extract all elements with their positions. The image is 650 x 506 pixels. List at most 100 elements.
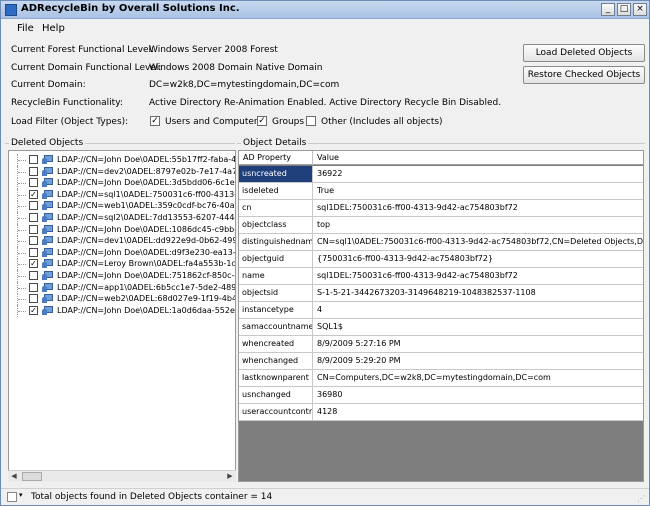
load-deleted-objects-button[interactable]: Load Deleted Objects [523, 44, 645, 62]
tree-item[interactable]: ✓ LDAP://CN=John Doe\0ADEL:1a0d6daa-552e-… [9, 304, 236, 317]
computer-user-icon [42, 189, 53, 200]
scroll-left-icon[interactable]: ◀ [8, 471, 20, 482]
value-cell: 8/9/2009 5:29:20 PM [317, 356, 401, 365]
tree-item-checkbox[interactable] [29, 282, 38, 292]
tree-branch-line [17, 246, 27, 259]
tree-item[interactable]: LDAP://CN=app1\0ADEL:6b5cc1e7-5de2-4896-… [9, 281, 236, 294]
grid-row[interactable]: cn sql1DEL:750031c6-ff00-4313-9d42-ac7548… [239, 200, 643, 217]
tree-item[interactable]: LDAP://CN=dev2\0ADEL:8797e02b-7e17-4a7c-… [9, 165, 235, 178]
tree-item[interactable]: LDAP://CN=John Doe\0ADEL:751862cf-850c-4… [9, 270, 235, 282]
tree-item[interactable]: ✓ LDAP://CN=Leroy Brown\0ADEL:fa4a553b-1c… [9, 258, 236, 271]
grid-row[interactable]: instancetype 4 [239, 302, 643, 319]
grid-row[interactable]: objectclass top [239, 217, 643, 234]
minimize-button[interactable]: _ [601, 3, 615, 16]
grid-row[interactable]: whencreated 8/9/2009 5:27:16 PM [239, 336, 643, 353]
property-cell: usnchanged [239, 387, 313, 403]
users-computers-checkbox[interactable]: ✓ [150, 116, 160, 126]
tree-item-label: LDAP://CN=Leroy Brown\0ADEL:fa4a553b-1c3… [57, 259, 236, 269]
title-bar[interactable]: ADRecycleBin by Overall Solutions Inc. _… [1, 1, 649, 19]
tree-item-checkbox[interactable] [29, 271, 38, 280]
deleted-objects-tree[interactable]: LDAP://CN=John Doe\0ADEL:55b17ff2-faba-4… [8, 150, 236, 482]
tree-item-label: LDAP://CN=John Doe\0ADEL:3d5bdd06-6c1e-4… [57, 178, 236, 188]
menu-file[interactable]: File [17, 23, 34, 34]
grid-row[interactable]: lastknownparent CN=Computers,DC=w2k8,DC=m… [239, 370, 643, 387]
window-title: ADRecycleBin by Overall Solutions Inc. [21, 3, 240, 14]
tree-item[interactable]: LDAP://CN=web1\0ADEL:359c0cdf-bc76-40ad-… [9, 200, 235, 213]
close-button[interactable]: × [633, 3, 647, 16]
scroll-right-icon[interactable]: ▶ [224, 471, 236, 482]
app-icon [5, 4, 17, 16]
tree-item-checkbox[interactable] [29, 166, 38, 176]
property-cell: objectguid [239, 251, 313, 267]
value-cell: 36922 [317, 169, 343, 178]
status-dropdown-icon[interactable] [7, 492, 17, 502]
tree-item-checkbox[interactable] [29, 178, 38, 188]
domain-level-value: Windows 2008 Domain Native Domain [149, 63, 323, 73]
grid-row[interactable]: isdeleted True [239, 183, 643, 200]
grid-row[interactable]: objectguid {750031c6-ff00-4313-9d42-ac754… [239, 251, 643, 268]
tree-item-checkbox[interactable] [29, 155, 38, 164]
tree-item-checkbox[interactable] [29, 201, 38, 211]
tree-item-checkbox[interactable] [29, 213, 38, 222]
computer-user-icon [42, 213, 53, 223]
tree-branch-line [17, 281, 27, 294]
value-cell: 4 [317, 305, 323, 314]
tree-item[interactable]: LDAP://CN=dev1\0ADEL:dd922e9d-0b62-4992-… [9, 235, 235, 248]
value-cell: 36980 [317, 390, 343, 399]
tree-item-label: LDAP://CN=John Doe\0ADEL:751862cf-850c-4… [57, 271, 236, 280]
resize-grip-icon[interactable]: ⋰ [637, 494, 645, 503]
status-bar: ▾ Total objects found in Deleted Objects… [1, 488, 649, 505]
grid-row[interactable]: name sql1DEL:750031c6-ff00-4313-9d42-ac75… [239, 268, 643, 285]
tree-item[interactable]: LDAP://CN=John Doe\0ADEL:3d5bdd06-6c1e-4… [9, 177, 236, 190]
grid-row[interactable]: useraccountcontrol 4128 [239, 404, 643, 421]
grid-row[interactable]: objectsid S-1-5-21-3442673203-3149648219-… [239, 285, 643, 302]
column-header-value[interactable]: Value [313, 151, 643, 165]
object-details-grid: AD Property Value usncreated 36922 isdelet… [238, 150, 644, 482]
tree-item-checkbox[interactable] [29, 236, 38, 246]
tree-item-label: LDAP://CN=John Doe\0ADEL:55b17ff2-faba-4… [57, 155, 236, 164]
status-arrow-icon[interactable]: ▾ [19, 491, 23, 499]
tree-item-label: LDAP://CN=web2\0ADEL:68d027e9-1f19-4b46-… [57, 294, 236, 304]
tree-item-checkbox[interactable]: ✓ [29, 189, 38, 199]
tree-item[interactable]: LDAP://CN=John Doe\0ADEL:55b17ff2-faba-4… [9, 154, 235, 166]
restore-checked-objects-button[interactable]: Restore Checked Objects [523, 66, 645, 84]
tree-item-label: LDAP://CN=John Doe\0ADEL:1086dc45-c9bb-4… [57, 224, 236, 234]
tree-item[interactable]: LDAP://CN=sql2\0ADEL:7dd13553-6207-444d-… [9, 212, 235, 224]
grid-row[interactable]: distinguishedname CN=sql1\0ADEL:750031c6-… [239, 234, 643, 251]
tree-branch-line [17, 188, 27, 201]
computer-user-icon [42, 224, 53, 235]
tree-item-label: LDAP://CN=app1\0ADEL:6b5cc1e7-5de2-4896-… [57, 282, 236, 292]
property-cell: useraccountcontrol [239, 404, 313, 420]
scroll-thumb[interactable] [22, 472, 42, 481]
tree-item[interactable]: LDAP://CN=John Doe\0ADEL:1086dc45-c9bb-4… [9, 223, 236, 236]
tree-item[interactable]: ✓ LDAP://CN=sql1\0ADEL:750031c6-ff00-4313… [9, 188, 235, 201]
current-domain-value: DC=w2k8,DC=mytestingdomain,DC=com [149, 80, 340, 90]
grid-row[interactable]: samaccountname SQL1$ [239, 319, 643, 336]
tree-item[interactable]: LDAP://CN=web2\0ADEL:68d027e9-1f19-4b46-… [9, 293, 236, 306]
tree-item-checkbox[interactable]: ✓ [29, 259, 38, 269]
grid-row[interactable]: whenchanged 8/9/2009 5:29:20 PM [239, 353, 643, 370]
tree-item[interactable]: LDAP://CN=John Doe\0ADEL:d9f3e230-ea13-4… [9, 246, 235, 259]
property-cell: whencreated [239, 336, 313, 352]
value-cell: top [317, 220, 331, 229]
groups-checkbox[interactable]: ✓ [257, 116, 267, 126]
groups-label: Groups [272, 117, 305, 127]
tree-branch-line [17, 258, 27, 271]
tree-item-checkbox[interactable] [29, 294, 38, 304]
tree-item-checkbox[interactable] [29, 224, 38, 234]
tree-horizontal-scrollbar[interactable]: ◀ ▶ [8, 470, 236, 482]
tree-item-checkbox[interactable] [29, 247, 38, 257]
load-filter-label: Load Filter (Object Types): [11, 117, 129, 127]
tree-item-label: LDAP://CN=John Doe\0ADEL:1a0d6daa-552e-4… [57, 305, 236, 315]
status-text: Total objects found in Deleted Objects c… [31, 492, 273, 502]
grid-row[interactable]: usnchanged 36980 [239, 387, 643, 404]
menu-help[interactable]: Help [42, 23, 65, 34]
other-checkbox[interactable] [306, 116, 316, 126]
tree-item-checkbox[interactable]: ✓ [29, 305, 38, 315]
maximize-button[interactable]: □ [617, 3, 631, 16]
value-cell: 8/9/2009 5:27:16 PM [317, 339, 401, 348]
grid-row[interactable]: usncreated 36922 [239, 166, 643, 183]
object-details-title: Object Details [241, 138, 309, 148]
column-header-property[interactable]: AD Property [239, 151, 313, 165]
tree-branch-line [17, 293, 27, 306]
